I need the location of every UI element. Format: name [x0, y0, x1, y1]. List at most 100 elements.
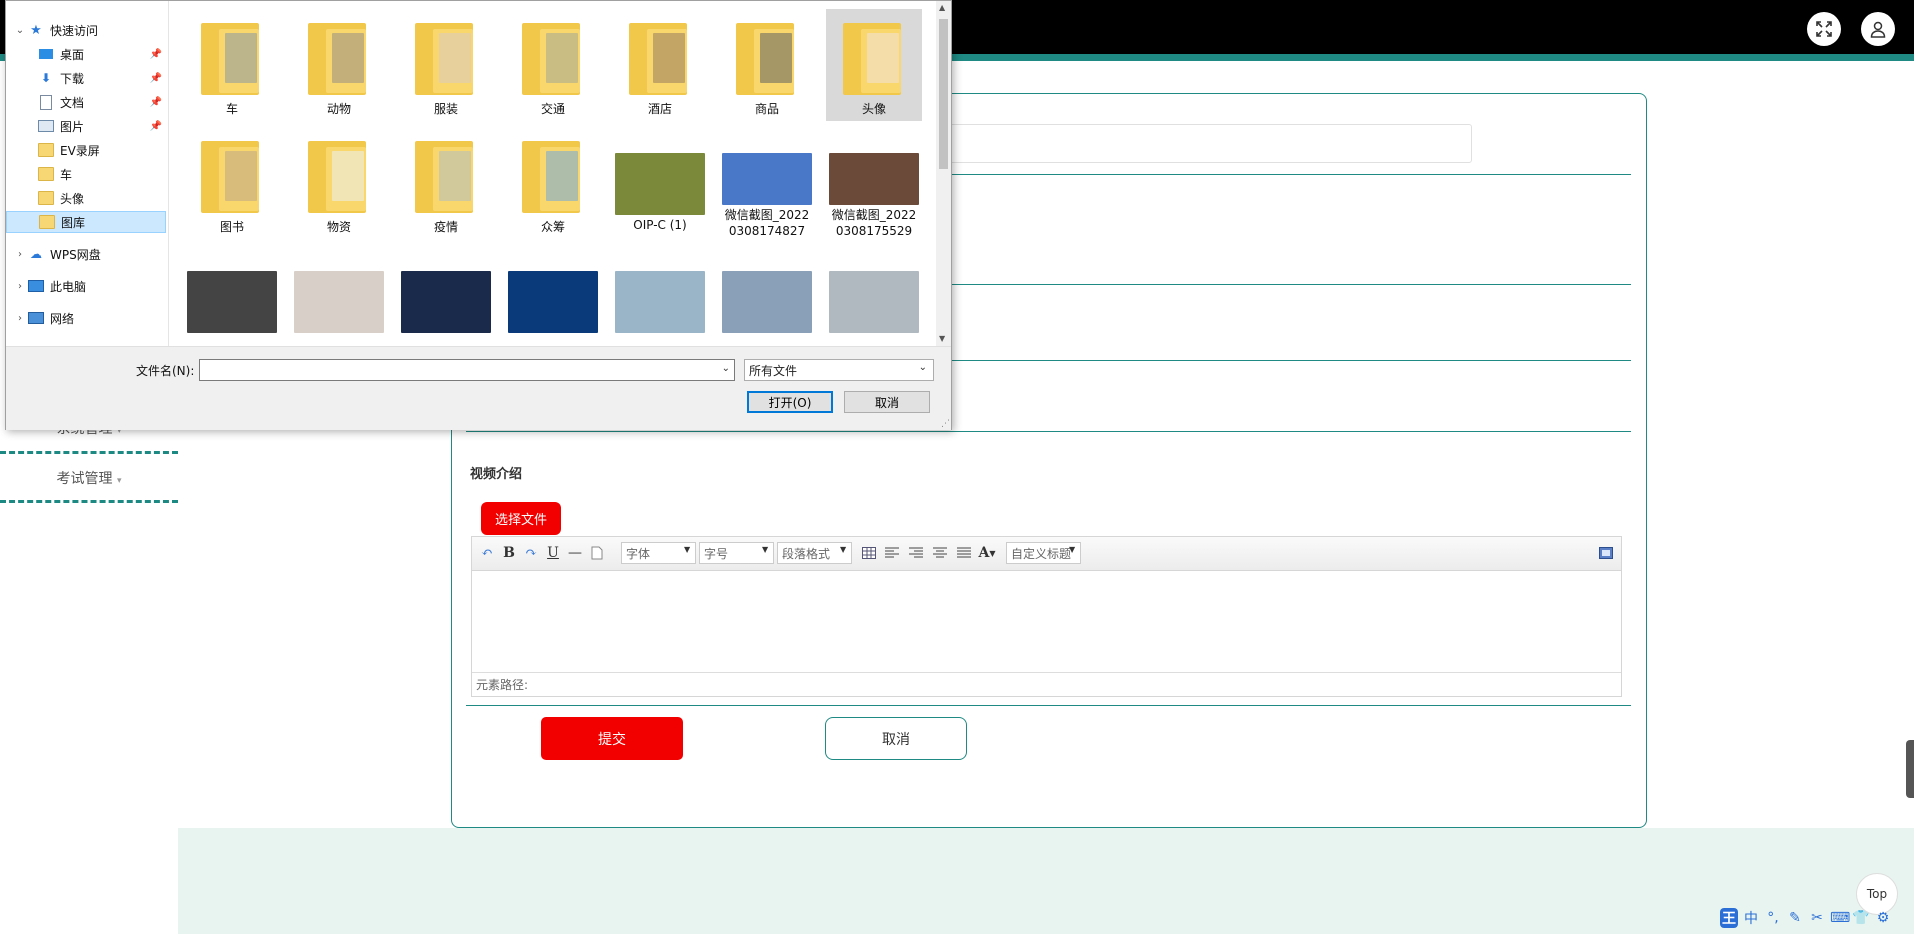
scrollbar-thumb[interactable] — [939, 19, 948, 169]
network-icon — [28, 311, 44, 325]
paragraph-format-select[interactable]: 段落格式 ▼ — [777, 542, 852, 564]
chevron-down-icon: ▼ — [684, 545, 691, 554]
underline-icon[interactable]: U — [543, 543, 563, 563]
font-color-icon[interactable]: A ▼ — [977, 543, 997, 563]
scroll-down-icon[interactable]: ▼ — [939, 334, 945, 343]
fullscreen-button[interactable] — [1807, 12, 1841, 46]
folder-icon — [736, 19, 798, 99]
horizontal-rule-icon[interactable]: — — [565, 543, 585, 563]
folder-item[interactable]: 物资 — [291, 127, 387, 239]
folder-item[interactable]: 交通 — [505, 9, 601, 121]
folder-item[interactable]: 众筹 — [505, 127, 601, 239]
form-text-input[interactable] — [940, 124, 1472, 163]
folder-item[interactable]: 动物 — [291, 9, 387, 121]
page-icon[interactable] — [587, 543, 607, 563]
rich-text-editor: ↶ B ↷ U — 字体 ▼ 字号 ▼ 段落格式 ▼ A ▼ 自定义标题 ▼ 元… — [471, 536, 1622, 697]
folder-item[interactable]: 头像 — [826, 9, 922, 121]
image-file-item[interactable] — [398, 245, 494, 346]
user-button[interactable] — [1861, 12, 1895, 46]
align-center-icon[interactable] — [930, 543, 950, 563]
page-footer-band — [178, 828, 1914, 934]
editor-element-path: 元素路径: — [472, 672, 1621, 696]
folder-icon — [38, 191, 54, 205]
undo-icon[interactable]: ↶ — [477, 543, 497, 563]
folder-item[interactable]: 车 — [184, 9, 280, 121]
nav-quick-access[interactable]: ⌄ ★ 快速访问 — [6, 19, 166, 41]
chevron-down-icon: ▼ — [840, 545, 847, 554]
file-grid-scrollbar[interactable]: ▲ ▼ — [936, 1, 951, 346]
dialog-cancel-button[interactable]: 取消 — [844, 391, 930, 413]
ime-handwriting-icon[interactable]: ✎ — [1786, 910, 1804, 926]
image-file-item[interactable]: 微信截图_20220308174827 — [719, 127, 815, 239]
image-file-item[interactable] — [826, 245, 922, 346]
ime-settings-icon[interactable]: ⚙ — [1874, 910, 1892, 926]
fullscreen-editor-icon[interactable] — [1596, 543, 1616, 563]
ime-skin-icon[interactable]: 👕 — [1852, 910, 1870, 926]
image-file-item[interactable] — [719, 245, 815, 346]
file-label: 微信截图_20220308175529 — [831, 208, 917, 238]
folder-icon — [38, 167, 54, 181]
ime-scissors-icon[interactable]: ✂ — [1808, 910, 1826, 926]
nav-wps-cloud[interactable]: › ☁ WPS网盘 — [6, 243, 166, 265]
ime-chinese-toggle[interactable]: 中 — [1742, 908, 1760, 928]
ime-logo-icon[interactable]: 王 — [1720, 908, 1738, 928]
file-label: 众筹 — [540, 220, 565, 234]
editor-content-area[interactable] — [472, 571, 1621, 672]
folder-icon — [522, 137, 584, 217]
chevron-right-icon: › — [18, 312, 22, 324]
nav-item-downloads[interactable]: ⬇ 下载 📌 — [6, 67, 166, 89]
scroll-up-icon[interactable]: ▲ — [939, 3, 945, 12]
chevron-down-icon[interactable]: ⌄ — [722, 363, 730, 374]
redo-icon[interactable]: ↷ — [521, 543, 541, 563]
folder-item[interactable]: 服装 — [398, 9, 494, 121]
custom-heading-select[interactable]: 自定义标题 ▼ — [1006, 542, 1081, 564]
nav-item-car[interactable]: 车 — [6, 163, 166, 185]
sidebar-divider — [0, 451, 178, 454]
nav-this-pc[interactable]: › 此电脑 — [6, 275, 166, 297]
table-icon[interactable] — [859, 543, 879, 563]
image-thumbnail-icon — [401, 271, 491, 333]
folder-item[interactable]: 酒店 — [612, 9, 708, 121]
form-divider — [466, 705, 1631, 706]
cancel-button[interactable]: 取消 — [825, 717, 967, 760]
bold-icon[interactable]: B — [499, 543, 519, 563]
ime-punctuation-icon[interactable]: °, — [1764, 910, 1782, 926]
image-file-item[interactable] — [505, 245, 601, 346]
align-left-icon[interactable] — [882, 543, 902, 563]
folder-item[interactable]: 疫情 — [398, 127, 494, 239]
image-file-item[interactable] — [184, 245, 280, 346]
image-file-item[interactable] — [612, 245, 708, 346]
choose-file-button[interactable]: 选择文件 — [481, 502, 561, 535]
open-button[interactable]: 打开(O) — [747, 391, 833, 413]
font-family-select[interactable]: 字体 ▼ — [621, 542, 696, 564]
image-file-item[interactable] — [291, 245, 387, 346]
sidebar-item-exam[interactable]: 考试管理 ▾ — [0, 468, 178, 488]
folder-item[interactable]: 图书 — [184, 127, 280, 239]
file-type-filter[interactable]: 所有文件 ⌄ — [744, 359, 934, 381]
image-file-item[interactable]: 微信截图_20220308175529 — [826, 127, 922, 239]
submit-button[interactable]: 提交 — [541, 717, 683, 760]
nav-network[interactable]: › 网络 — [6, 307, 166, 329]
align-justify-icon[interactable] — [954, 543, 974, 563]
file-label: OIP-C (1) — [633, 218, 687, 232]
nav-item-desktop[interactable]: 桌面 📌 — [6, 43, 166, 65]
chevron-down-icon: ⌄ — [15, 24, 25, 36]
resize-grip-icon[interactable]: ⋰ — [941, 419, 950, 429]
align-right-icon[interactable] — [906, 543, 926, 563]
cloud-icon: ☁ — [30, 247, 42, 261]
form-divider — [466, 431, 1631, 432]
filename-input[interactable]: ⌄ — [199, 359, 735, 381]
nav-item-pictures[interactable]: 图片 📌 — [6, 115, 166, 137]
ime-toolbar: 王 中 °, ✎ ✂ ⌨ 👕 ⚙ — [1720, 906, 1892, 930]
image-file-item[interactable]: OIP-C (1) — [612, 127, 708, 239]
folder-item[interactable]: 商品 — [719, 9, 815, 121]
file-label: 疫情 — [433, 220, 458, 234]
font-size-select[interactable]: 字号 ▼ — [699, 542, 774, 564]
ime-keyboard-icon[interactable]: ⌨ — [1830, 910, 1850, 926]
nav-item-gallery[interactable]: 图库 — [6, 211, 166, 233]
nav-item-documents[interactable]: 文档 📌 — [6, 91, 166, 113]
side-handle[interactable] — [1906, 740, 1914, 798]
nav-item-ev-recording[interactable]: EV录屏 — [6, 139, 166, 161]
nav-item-avatar[interactable]: 头像 — [6, 187, 166, 209]
dialog-navigation-pane: ⌄ ★ 快速访问 桌面 📌 ⬇ 下载 📌 文档 📌 图片 📌 EV录屏 车 头像… — [6, 1, 169, 346]
